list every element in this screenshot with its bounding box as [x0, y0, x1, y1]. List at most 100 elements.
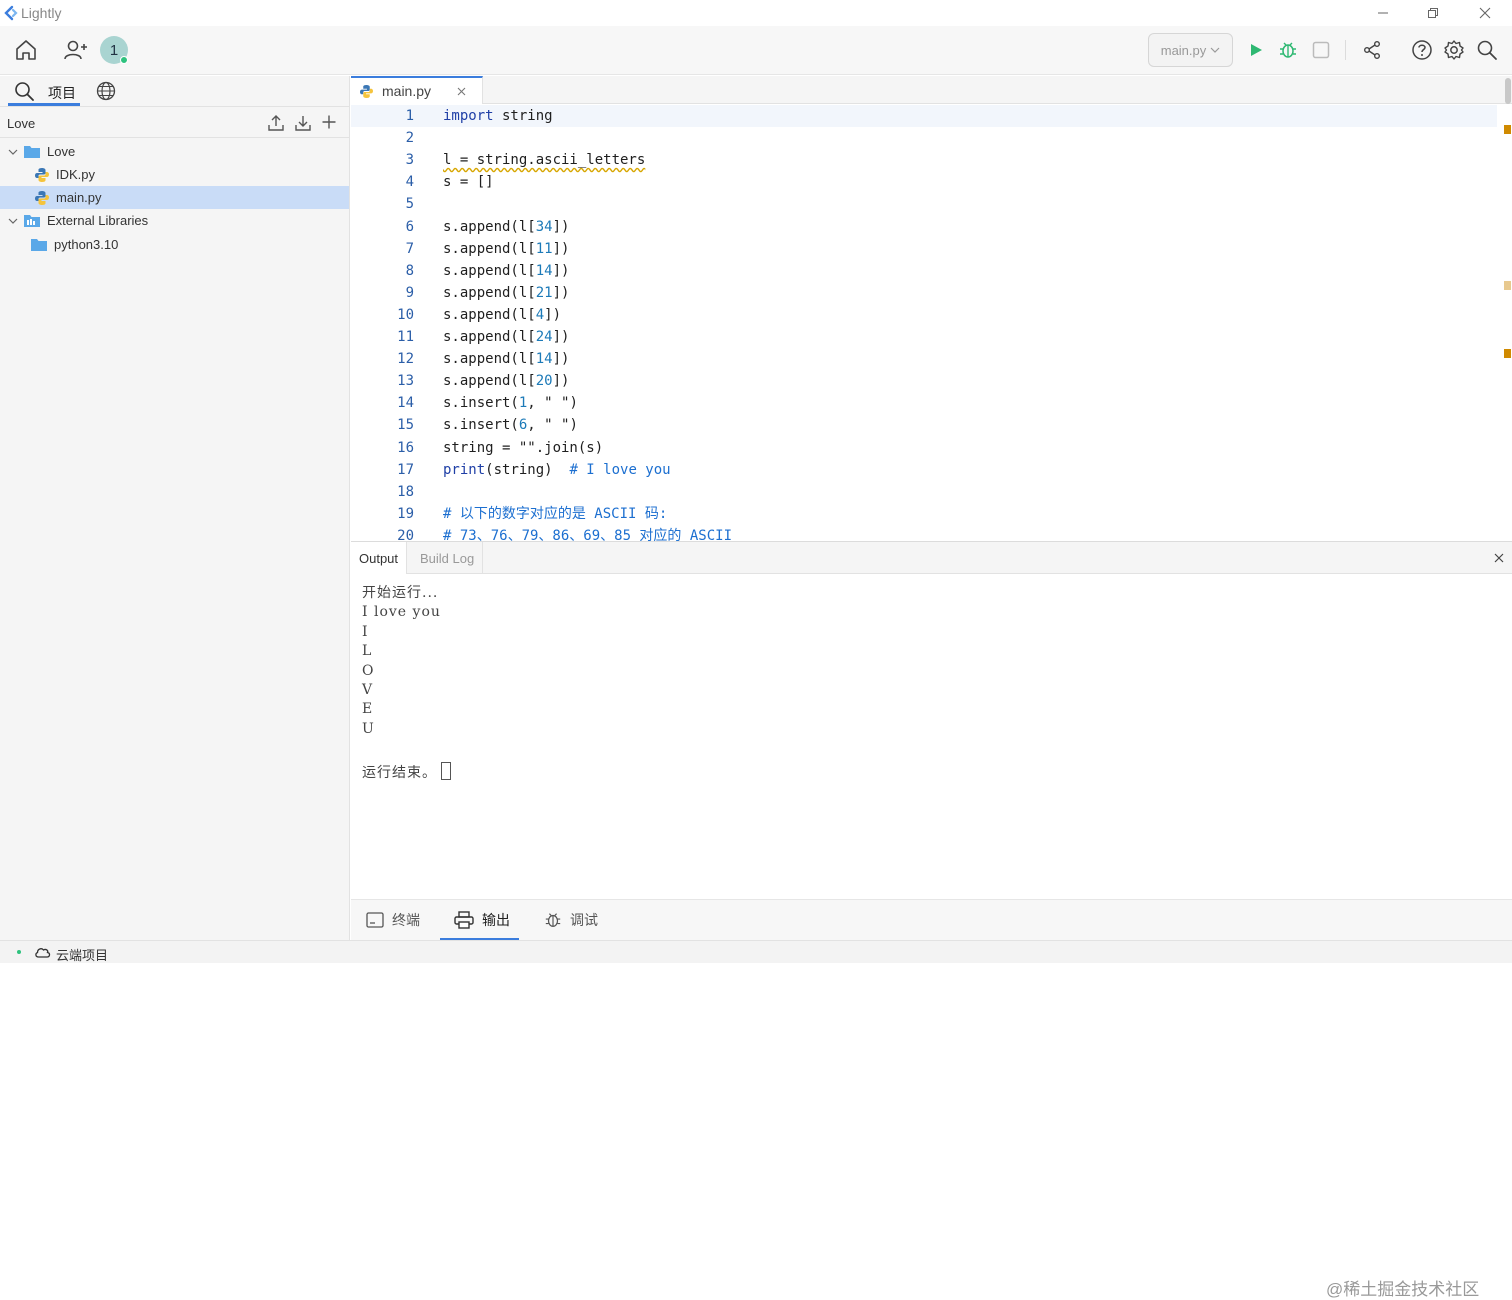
help-icon[interactable]	[1407, 35, 1437, 65]
code-line[interactable]: 16 string = "".join(s)	[351, 437, 1491, 459]
tab-output[interactable]: Output	[351, 542, 408, 574]
code-line[interactable]: 3 l = string.ascii_letters	[351, 149, 1491, 171]
line-number: 17	[397, 461, 414, 478]
code-line[interactable]: 12 s.append(l[14])	[351, 348, 1491, 370]
run-icon[interactable]	[1241, 35, 1271, 65]
watermark: @稀土掘金技术社区	[1326, 1280, 1480, 1299]
code-token: , " ")	[527, 395, 578, 412]
tab-output-bottom[interactable]: 输出	[454, 900, 510, 940]
tab-build-log[interactable]: Build Log	[412, 542, 484, 574]
tree-item-love-folder[interactable]: Love	[0, 140, 349, 163]
status-bar: 云端项目	[0, 940, 1512, 963]
run-target-label: main.py	[1160, 42, 1207, 58]
chevron-down-icon	[1210, 45, 1220, 55]
tree-item-idk-py[interactable]: IDK.py	[0, 163, 349, 186]
code-line[interactable]: 17 print(string) # I love you	[351, 459, 1491, 481]
editor-tab-bar: main.py	[351, 76, 1512, 104]
code-line[interactable]: 9 s.append(l[21])	[351, 282, 1491, 304]
console-line: V	[362, 681, 374, 698]
line-number: 10	[397, 306, 414, 323]
code-text: s.append(l[14])	[443, 260, 569, 282]
code-token: ])	[552, 262, 570, 279]
add-file-icon[interactable]	[321, 114, 337, 130]
code-text: s = []	[443, 171, 494, 193]
project-sidebar: 项目 Love Love IDK.py main.py External Lib…	[0, 76, 350, 940]
editor-scrollbar[interactable]	[1505, 78, 1511, 104]
add-collaborator-icon[interactable]	[61, 35, 91, 65]
code-line[interactable]: 19 # 以下的数字对应的是 ASCII 码:	[351, 503, 1491, 525]
code-line[interactable]: 5	[351, 193, 1491, 215]
code-token: ])	[552, 373, 570, 390]
printer-icon	[454, 911, 474, 929]
code-line[interactable]: 2	[351, 127, 1491, 149]
tree-item-python310[interactable]: python3.10	[0, 233, 349, 256]
code-token: s = []	[443, 174, 494, 191]
warning-marker[interactable]	[1504, 281, 1511, 290]
minimize-button[interactable]	[1358, 0, 1408, 26]
warning-marker[interactable]	[1504, 349, 1511, 358]
code-line[interactable]: 18	[351, 481, 1491, 503]
tab-output-label: 输出	[482, 912, 510, 928]
warning-marker[interactable]	[1504, 125, 1511, 134]
code-text: s.insert(6, " ")	[443, 414, 578, 436]
cloud-project-label[interactable]: 云端项目	[56, 945, 108, 964]
line-number: 13	[397, 373, 414, 390]
online-status-dot	[120, 56, 128, 64]
code-line[interactable]: 6 s.append(l[34])	[351, 216, 1491, 238]
code-line[interactable]: 15 s.insert(6, " ")	[351, 414, 1491, 436]
code-line[interactable]: 7 s.append(l[11])	[351, 238, 1491, 260]
sidebar-search-icon[interactable]	[14, 81, 34, 101]
code-text: s.append(l[24])	[443, 326, 569, 348]
code-line[interactable]: 8 s.append(l[14])	[351, 260, 1491, 282]
code-token: (string)	[485, 461, 570, 478]
upload-icon[interactable]	[267, 114, 285, 132]
code-text: s.append(l[20])	[443, 370, 569, 392]
code-token: 20	[535, 373, 553, 390]
tree-item-main-py[interactable]: main.py	[0, 186, 349, 209]
run-target-dropdown[interactable]: main.py	[1148, 33, 1233, 67]
home-icon[interactable]	[11, 35, 41, 65]
code-line[interactable]: 1 import string	[351, 105, 1491, 127]
download-icon[interactable]	[294, 114, 312, 132]
line-number: 12	[397, 351, 414, 368]
share-icon[interactable]	[1357, 35, 1387, 65]
code-line[interactable]: 11 s.append(l[24])	[351, 326, 1491, 348]
tab-project[interactable]: 项目	[48, 83, 76, 103]
line-number: 19	[397, 505, 414, 522]
tab-terminal[interactable]: 终端	[366, 900, 420, 940]
code-line[interactable]: 13 s.append(l[20])	[351, 370, 1491, 392]
console-line: E	[362, 701, 374, 718]
code-line[interactable]: 14 s.insert(1, " ")	[351, 392, 1491, 414]
console-line: I	[362, 623, 369, 640]
tab-debug[interactable]: 调试	[544, 900, 598, 940]
close-panel-icon[interactable]	[1494, 553, 1504, 563]
code-line[interactable]: 4 s = []	[351, 171, 1491, 193]
code-editor[interactable]: 1 import string 2 3 l = string.ascii_letters…	[351, 104, 1501, 541]
stop-icon[interactable]	[1306, 35, 1336, 65]
console-end-line: 运行结束。	[362, 761, 451, 781]
settings-gear-icon[interactable]	[1439, 35, 1469, 65]
line-number: 4	[405, 174, 414, 191]
debug-bug-icon[interactable]	[1273, 35, 1303, 65]
project-header: Love	[0, 108, 350, 138]
restore-button[interactable]	[1408, 0, 1458, 26]
code-token: 14	[535, 262, 553, 279]
editor-tab-main-py[interactable]: main.py	[351, 76, 483, 104]
app-logo-icon	[3, 5, 19, 21]
code-token: s.append(l[	[443, 240, 536, 257]
search-icon[interactable]	[1472, 35, 1502, 65]
close-tab-icon[interactable]	[457, 87, 466, 96]
input-cursor[interactable]	[441, 761, 451, 780]
tree-item-external-libraries[interactable]: External Libraries	[0, 209, 349, 232]
tree-item-label: main.py	[56, 190, 102, 205]
console-output[interactable]: 开始运行... I love you I L O V E U 运行结束。	[362, 584, 451, 781]
code-line[interactable]: 10 s.append(l[4])	[351, 304, 1491, 326]
console-line: 开始运行...	[362, 585, 439, 601]
project-title: Love	[7, 116, 36, 131]
close-window-button[interactable]	[1460, 0, 1510, 26]
code-token: 11	[535, 240, 553, 257]
code-line[interactable]: 20 # 73、76、79、86、69、85 对应的 ASCII	[351, 525, 1491, 541]
globe-icon[interactable]	[96, 81, 116, 101]
line-number: 8	[405, 262, 414, 279]
